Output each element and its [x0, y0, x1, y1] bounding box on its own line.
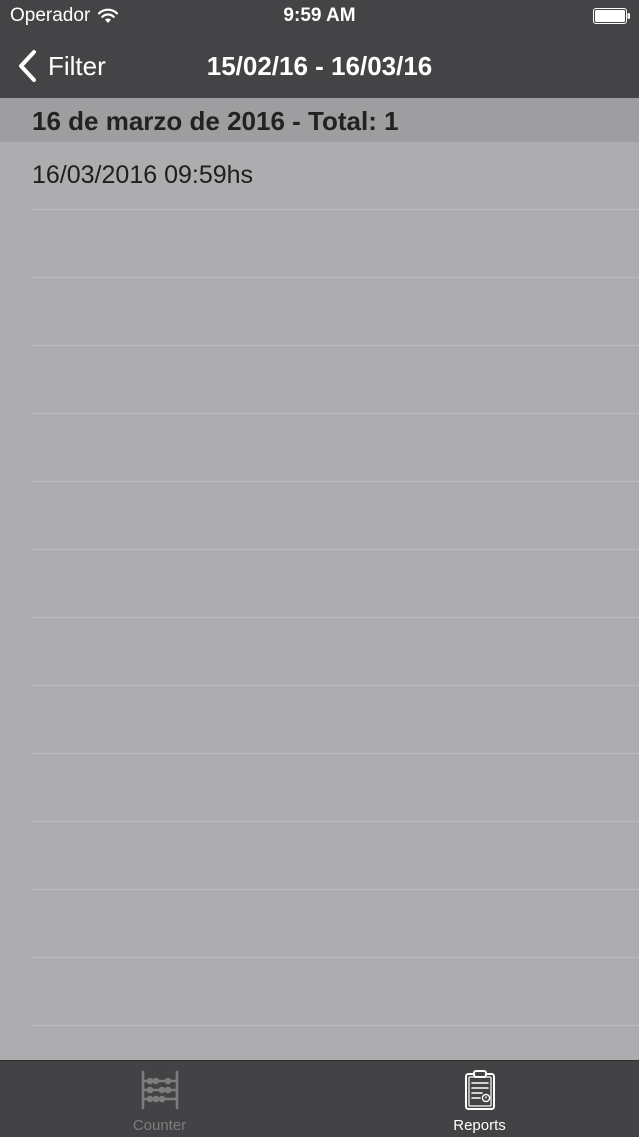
list-row — [32, 278, 639, 346]
clipboard-report-icon — [464, 1070, 495, 1110]
tab-reports[interactable]: Reports — [320, 1061, 639, 1137]
top-bar: Operador 9:59 AM Filter 15/02/16 - 16/03… — [0, 0, 639, 98]
tab-counter[interactable]: Counter — [0, 1061, 319, 1137]
list-row — [32, 550, 639, 618]
section-header: 16 de marzo de 2016 - Total: 1 — [0, 98, 639, 142]
list-row — [32, 346, 639, 414]
navigation-bar: Filter 15/02/16 - 16/03/16 — [0, 32, 639, 98]
status-time: 9:59 AM — [283, 5, 356, 26]
section-header-label: 16 de marzo de 2016 - Total: 1 — [32, 106, 399, 136]
list-row[interactable]: 16/03/2016 09:59hs — [32, 142, 639, 210]
list-row — [32, 618, 639, 686]
tab-counter-label: Counter — [132, 1117, 187, 1134]
report-list: 16/03/2016 09:59hs — [0, 142, 639, 1026]
list-row — [32, 686, 639, 754]
battery-icon — [593, 8, 630, 24]
list-row — [32, 482, 639, 550]
list-row — [32, 210, 639, 278]
list-row — [32, 822, 639, 890]
list-row-label: 16/03/2016 09:59hs — [32, 161, 254, 189]
list-row — [32, 414, 639, 482]
list-row — [32, 890, 639, 958]
page-title: 15/02/16 - 16/03/16 — [206, 51, 433, 81]
list-row — [32, 754, 639, 822]
status-bar: Operador 9:59 AM — [0, 0, 639, 32]
abacus-icon — [141, 1070, 178, 1110]
list-row — [32, 958, 639, 1026]
tab-bar: Counter Reports — [0, 1060, 639, 1137]
tab-reports-label: Reports — [453, 1117, 506, 1134]
